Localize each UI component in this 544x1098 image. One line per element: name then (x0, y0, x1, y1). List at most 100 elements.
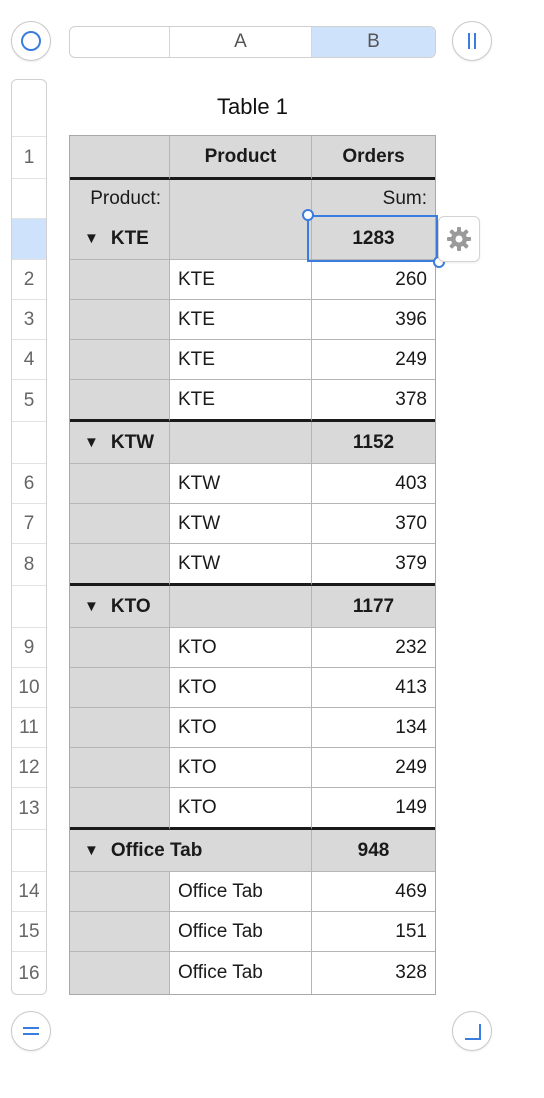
product-cell[interactable]: KTE (170, 340, 312, 380)
row-blank-cell[interactable] (70, 340, 170, 380)
group-blank[interactable] (170, 422, 312, 464)
orders-cell[interactable]: 403 (312, 464, 435, 504)
row-header-11[interactable]: 11 (12, 707, 46, 747)
row-header-6[interactable]: 6 (12, 463, 46, 503)
product-cell[interactable]: KTO (170, 788, 312, 830)
table-resize-button[interactable] (452, 1011, 492, 1051)
group-sum[interactable]: 1152 (312, 422, 435, 464)
group-name: KTE (110, 227, 149, 249)
row-blank-cell[interactable] (70, 748, 170, 788)
group-blank[interactable] (170, 218, 312, 260)
row-header-10[interactable]: 10 (12, 667, 46, 707)
column-handle-button[interactable] (452, 21, 492, 61)
group-row: ▼ KTO 1177 (70, 586, 435, 628)
row-header-group-ktw[interactable] (12, 421, 46, 463)
group-sum[interactable]: 948 (312, 830, 435, 872)
subheader-blank[interactable] (170, 180, 312, 218)
row-header-12[interactable]: 12 (12, 747, 46, 787)
orders-cell[interactable]: 134 (312, 708, 435, 748)
row-header-title[interactable] (12, 80, 46, 136)
orders-cell[interactable]: 469 (312, 872, 435, 912)
product-cell[interactable]: KTO (170, 628, 312, 668)
row-header-8[interactable]: 8 (12, 543, 46, 585)
group-label[interactable]: ▼ KTO (70, 586, 170, 628)
row-header-sub[interactable] (12, 178, 46, 218)
row-blank-cell[interactable] (70, 464, 170, 504)
column-header-bar: A B (69, 26, 436, 58)
orders-cell[interactable]: 232 (312, 628, 435, 668)
product-cell[interactable]: KTE (170, 380, 312, 422)
cell-settings-button[interactable] (438, 216, 480, 262)
row-header-group-office-tab[interactable] (12, 829, 46, 871)
header-cell-product[interactable]: Product (170, 136, 312, 180)
orders-cell[interactable]: 249 (312, 340, 435, 380)
row-blank-cell[interactable] (70, 260, 170, 300)
group-sum[interactable]: 1177 (312, 586, 435, 628)
orders-cell[interactable]: 328 (312, 952, 435, 994)
row-header-13[interactable]: 13 (12, 787, 46, 829)
row-blank-cell[interactable] (70, 628, 170, 668)
group-label[interactable]: ▼ Office Tab (70, 830, 312, 872)
row-blank-cell[interactable] (70, 788, 170, 830)
row-blank-cell[interactable] (70, 380, 170, 422)
product-cell[interactable]: Office Tab (170, 912, 312, 952)
product-cell[interactable]: Office Tab (170, 952, 312, 994)
column-header-b[interactable]: B (312, 27, 435, 57)
column-header-blank[interactable] (70, 27, 170, 57)
product-cell[interactable]: KTO (170, 748, 312, 788)
orders-cell[interactable]: 370 (312, 504, 435, 544)
header-cell-orders[interactable]: Orders (312, 136, 435, 180)
orders-cell[interactable]: 149 (312, 788, 435, 830)
product-cell[interactable]: KTW (170, 504, 312, 544)
product-cell[interactable]: Office Tab (170, 872, 312, 912)
table-title[interactable]: Table 1 (69, 94, 436, 120)
row-header-5[interactable]: 5 (12, 379, 46, 421)
subheader-product-label[interactable]: Product: (70, 180, 170, 218)
product-cell[interactable]: KTW (170, 544, 312, 586)
table-select-button[interactable] (11, 21, 51, 61)
row-blank-cell[interactable] (70, 708, 170, 748)
group-label[interactable]: ▼ KTE (70, 218, 170, 260)
disclosure-triangle-icon[interactable]: ▼ (84, 230, 99, 247)
row-handle-button[interactable] (11, 1011, 51, 1051)
product-cell[interactable]: KTE (170, 260, 312, 300)
row-header-group-kte[interactable] (12, 218, 46, 259)
header-cell-blank[interactable] (70, 136, 170, 180)
row-header-group-kto[interactable] (12, 585, 46, 627)
orders-cell[interactable]: 378 (312, 380, 435, 422)
product-cell[interactable]: KTW (170, 464, 312, 504)
row-blank-cell[interactable] (70, 912, 170, 952)
orders-cell[interactable]: 379 (312, 544, 435, 586)
row-header-3[interactable]: 3 (12, 299, 46, 339)
orders-cell[interactable]: 151 (312, 912, 435, 952)
row-header-4[interactable]: 4 (12, 339, 46, 379)
disclosure-triangle-icon[interactable]: ▼ (84, 434, 99, 451)
row-header-9[interactable]: 9 (12, 627, 46, 667)
column-header-a[interactable]: A (170, 27, 312, 57)
row-blank-cell[interactable] (70, 504, 170, 544)
group-blank[interactable] (170, 586, 312, 628)
orders-cell[interactable]: 249 (312, 748, 435, 788)
row-header-15[interactable]: 15 (12, 911, 46, 951)
disclosure-triangle-icon[interactable]: ▼ (84, 598, 99, 615)
orders-cell[interactable]: 413 (312, 668, 435, 708)
selection-handle-top-left[interactable] (302, 209, 314, 221)
row-blank-cell[interactable] (70, 872, 170, 912)
product-cell[interactable]: KTE (170, 300, 312, 340)
row-header-7[interactable]: 7 (12, 503, 46, 543)
row-header-16[interactable]: 16 (12, 951, 46, 994)
row-blank-cell[interactable] (70, 952, 170, 994)
orders-cell[interactable]: 396 (312, 300, 435, 340)
row-blank-cell[interactable] (70, 668, 170, 708)
product-cell[interactable]: KTO (170, 668, 312, 708)
row-header-2[interactable]: 2 (12, 259, 46, 299)
row-header-14[interactable]: 14 (12, 871, 46, 911)
row-blank-cell[interactable] (70, 544, 170, 586)
orders-cell[interactable]: 260 (312, 260, 435, 300)
row-blank-cell[interactable] (70, 300, 170, 340)
group-label[interactable]: ▼ KTW (70, 422, 170, 464)
product-cell[interactable]: KTO (170, 708, 312, 748)
subheader-sum-label[interactable]: Sum: (312, 180, 435, 218)
row-header-1[interactable]: 1 (12, 136, 46, 178)
disclosure-triangle-icon[interactable]: ▼ (84, 842, 99, 859)
